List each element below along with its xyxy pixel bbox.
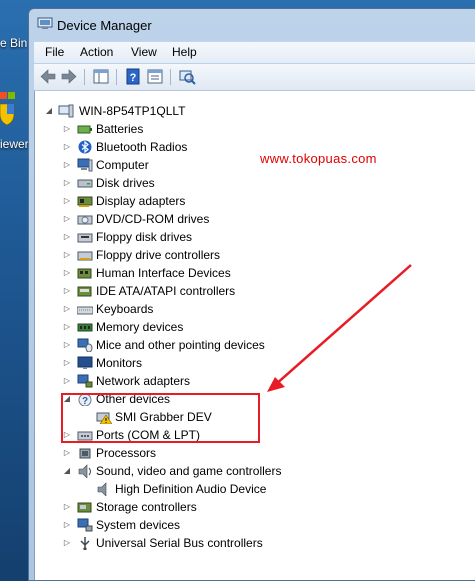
tree-item-label: Display adapters bbox=[96, 194, 186, 208]
tree-item-label: Memory devices bbox=[96, 320, 184, 334]
menu-file[interactable]: File bbox=[45, 45, 64, 59]
expand-arrow-icon[interactable]: ▷ bbox=[63, 354, 71, 372]
forward-arrow-icon[interactable] bbox=[60, 68, 78, 85]
title-bar[interactable]: Device Manager bbox=[29, 9, 475, 37]
scan-hardware-icon[interactable] bbox=[178, 68, 196, 85]
tree-item-label: Monitors bbox=[96, 356, 143, 370]
usb-icon bbox=[80, 537, 90, 550]
show-hide-tree-icon[interactable] bbox=[92, 68, 110, 85]
ide-controller-icon bbox=[77, 286, 92, 297]
expand-arrow-icon[interactable]: ▷ bbox=[63, 246, 71, 264]
tree-item-label: DVD/CD-ROM drives bbox=[96, 212, 210, 226]
tree-item-label: Network adapters bbox=[96, 374, 191, 388]
mouse-icon bbox=[77, 338, 93, 352]
expand-arrow-icon[interactable]: ▷ bbox=[63, 264, 71, 282]
expand-arrow-icon[interactable]: ▷ bbox=[63, 534, 71, 552]
computer-root-icon bbox=[58, 104, 74, 118]
system-device-icon bbox=[77, 518, 93, 532]
expand-arrow-icon[interactable]: ▷ bbox=[63, 498, 71, 516]
expand-arrow-icon[interactable]: ▷ bbox=[63, 174, 71, 192]
tree-item-label: Bluetooth Radios bbox=[96, 140, 188, 154]
tree-item-label: High Definition Audio Device bbox=[115, 482, 267, 496]
expand-arrow-icon[interactable]: ▷ bbox=[63, 282, 71, 300]
expand-arrow-icon[interactable]: ▷ bbox=[63, 156, 71, 174]
desktop-viewer-label[interactable]: iewer bbox=[0, 137, 29, 151]
tree-item-label: Floppy drive controllers bbox=[96, 248, 221, 262]
tree-item-label: Keyboards bbox=[96, 302, 154, 316]
collapse-arrow-icon[interactable]: ◢ bbox=[45, 102, 53, 120]
watermark-url: www.tokopuas.com bbox=[260, 151, 377, 166]
tree-root-label: WIN-8P54TP1QLLT bbox=[79, 104, 186, 118]
desktop-recycle-bin-label[interactable]: e Bin bbox=[0, 36, 27, 50]
menu-bar: File Action View Help bbox=[34, 41, 475, 63]
tree-item-label: Disk drives bbox=[96, 176, 155, 190]
expand-arrow-icon[interactable]: ▷ bbox=[63, 444, 71, 462]
expand-arrow-icon[interactable]: ▷ bbox=[63, 192, 71, 210]
expand-arrow-icon[interactable]: ▷ bbox=[63, 318, 71, 336]
tree-item-label: Human Interface Devices bbox=[96, 266, 231, 280]
dvd-drive-icon bbox=[77, 215, 93, 225]
processor-icon bbox=[79, 448, 91, 459]
tree-item-label: Sound, video and game controllers bbox=[96, 464, 282, 478]
bluetooth-icon bbox=[78, 140, 92, 154]
device-tree-pane[interactable]: ◢ WIN-8P54TP1QLLT ▷ Batteries ▷ Bluetooth Rad… bbox=[34, 91, 475, 580]
toolbar-separator bbox=[170, 69, 171, 85]
back-arrow-icon[interactable] bbox=[39, 68, 57, 85]
tree-item-label: Universal Serial Bus controllers bbox=[96, 536, 263, 550]
window-title: Device Manager bbox=[57, 18, 152, 33]
network-adapter-icon bbox=[77, 374, 93, 388]
tree-item-label: Storage controllers bbox=[96, 500, 197, 514]
menu-view[interactable]: View bbox=[131, 45, 157, 59]
tree-item-label: Computer bbox=[96, 158, 149, 172]
expand-arrow-icon[interactable]: ▷ bbox=[63, 372, 71, 390]
help-icon[interactable]: ? bbox=[124, 68, 142, 85]
properties-icon[interactable] bbox=[146, 68, 164, 85]
expand-arrow-icon[interactable]: ▷ bbox=[63, 336, 71, 354]
device-manager-window: Device Manager File Action View Help ? ◢… bbox=[28, 8, 475, 581]
menu-action[interactable]: Action bbox=[80, 45, 113, 59]
keyboard-icon bbox=[77, 306, 93, 315]
toolbar: ? bbox=[34, 64, 475, 91]
storage-controller-icon bbox=[77, 502, 92, 513]
svg-text:?: ? bbox=[130, 72, 137, 84]
expand-arrow-icon[interactable]: ▷ bbox=[63, 228, 71, 246]
device-manager-icon bbox=[37, 17, 53, 29]
annotation-arrow bbox=[267, 264, 412, 392]
monitor-icon bbox=[77, 356, 93, 369]
tree-item-label: Floppy disk drives bbox=[96, 230, 193, 244]
floppy-controller-icon bbox=[77, 251, 93, 261]
expand-arrow-icon[interactable]: ▷ bbox=[63, 210, 71, 228]
tree-item-label: Mice and other pointing devices bbox=[96, 338, 265, 352]
expand-arrow-icon[interactable]: ▷ bbox=[63, 120, 71, 138]
tree-item-label: System devices bbox=[96, 518, 181, 532]
highlight-box bbox=[61, 393, 260, 443]
tree-item-label: Processors bbox=[96, 446, 157, 460]
display-adapter-icon bbox=[77, 196, 93, 207]
battery-icon bbox=[77, 125, 92, 134]
hid-icon bbox=[77, 268, 92, 279]
speaker-icon bbox=[97, 482, 107, 496]
sound-icon bbox=[78, 464, 91, 478]
collapse-arrow-icon[interactable]: ◢ bbox=[63, 462, 71, 480]
expand-arrow-icon[interactable]: ▷ bbox=[63, 300, 71, 318]
toolbar-separator bbox=[84, 69, 85, 85]
menu-help[interactable]: Help bbox=[172, 45, 197, 59]
memory-icon bbox=[77, 323, 93, 332]
computer-icon bbox=[77, 158, 93, 172]
tree-item-label: IDE ATA/ATAPI controllers bbox=[96, 284, 236, 298]
toolbar-separator bbox=[116, 69, 117, 85]
shield-icon[interactable] bbox=[0, 92, 18, 126]
expand-arrow-icon[interactable]: ▷ bbox=[63, 138, 71, 156]
tree-item-label: Batteries bbox=[96, 122, 144, 136]
floppy-drive-icon bbox=[77, 233, 93, 243]
disk-drive-icon bbox=[77, 179, 93, 188]
expand-arrow-icon[interactable]: ▷ bbox=[63, 516, 71, 534]
